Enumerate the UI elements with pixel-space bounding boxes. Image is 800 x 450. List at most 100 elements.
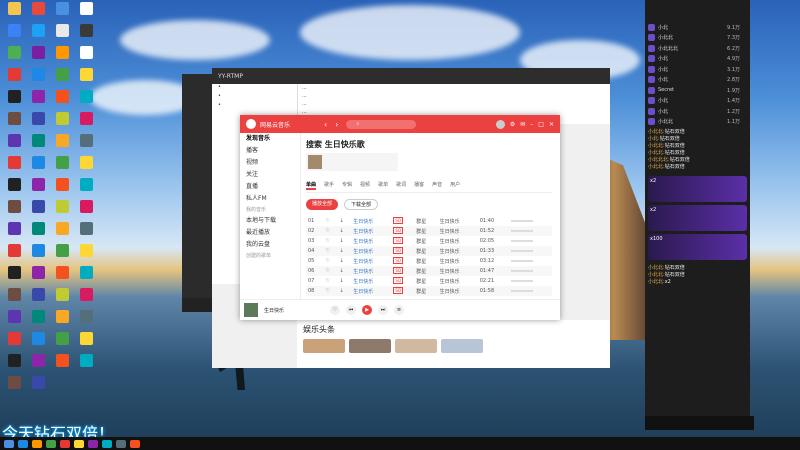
desktop-icon[interactable]: [26, 68, 50, 90]
rank-row[interactable]: 小北 9.1万: [645, 22, 750, 33]
desktop-icon[interactable]: [74, 112, 98, 134]
desktop-icon[interactable]: [26, 46, 50, 68]
song-row[interactable]: 03 ♡ ↓ 生日快乐 SQ 群星 生日快乐 02:05: [306, 236, 552, 246]
close-icon[interactable]: ✕: [549, 121, 554, 128]
taskbar-app-icon[interactable]: [102, 439, 112, 448]
feed-thumb[interactable]: [441, 339, 483, 353]
desktop-icon[interactable]: [26, 288, 50, 310]
tab-artists[interactable]: 歌手: [324, 181, 334, 190]
sidebar-item-local[interactable]: 本地与下载: [240, 215, 300, 227]
live-chat-input[interactable]: [645, 416, 754, 430]
desktop-icon[interactable]: [50, 2, 74, 24]
heart-icon[interactable]: ♡: [323, 286, 338, 296]
song-artist[interactable]: 群星: [414, 256, 437, 266]
chat-user[interactable]: 小北北:: [648, 129, 665, 135]
desktop-icon[interactable]: [74, 156, 98, 178]
heart-icon[interactable]: ♡: [323, 216, 337, 226]
desktop-icon[interactable]: [74, 222, 98, 244]
song-artist[interactable]: 群星: [414, 286, 438, 296]
desktop-icon[interactable]: [26, 332, 50, 354]
artist-card[interactable]: [306, 153, 398, 171]
desktop-icon[interactable]: [74, 244, 98, 266]
desktop-icon[interactable]: [2, 354, 26, 376]
desktop-icon[interactable]: [74, 354, 98, 376]
desktop-icon[interactable]: [2, 134, 26, 156]
song-album[interactable]: 生日快乐: [438, 276, 478, 286]
taskbar-app-icon[interactable]: [74, 439, 84, 448]
desktop-icon[interactable]: [26, 178, 50, 200]
rank-row[interactable]: 小北 1.4万: [645, 96, 750, 107]
tab-songs[interactable]: 单曲: [306, 181, 317, 190]
desktop-icon[interactable]: [26, 310, 50, 332]
forward-arrow-icon[interactable]: ›: [335, 120, 338, 129]
desktop-icon[interactable]: [50, 112, 74, 134]
settings-icon[interactable]: ⚙: [510, 121, 515, 128]
sidebar-item-follow[interactable]: 关注: [240, 169, 300, 181]
song-artist[interactable]: 群星: [414, 246, 438, 256]
tab-albums[interactable]: 专辑: [342, 181, 352, 190]
heart-icon[interactable]: ♡: [323, 236, 337, 246]
desktop-icon[interactable]: [2, 222, 26, 244]
download-icon[interactable]: ↓: [338, 256, 352, 266]
user-avatar[interactable]: [495, 119, 505, 129]
song-row[interactable]: 05 ♡ ↓ 生日快乐 SQ 群星 生日快乐 03:12: [306, 256, 552, 266]
tab-sounds[interactable]: 声音: [432, 181, 442, 190]
desktop-icon[interactable]: [2, 200, 26, 222]
download-icon[interactable]: ↓: [337, 266, 352, 276]
feed-thumb[interactable]: [349, 339, 391, 353]
desktop-icon[interactable]: [74, 310, 98, 332]
desktop-icon[interactable]: [50, 178, 74, 200]
song-album[interactable]: 生日快乐: [437, 226, 478, 236]
sidebar-item-video[interactable]: 视频: [240, 157, 300, 169]
sidebar-item-live[interactable]: 直播: [240, 181, 300, 193]
song-album[interactable]: 生日快乐: [438, 256, 478, 266]
chat-user[interactable]: 小北北:: [648, 164, 665, 170]
desktop-icon[interactable]: [50, 156, 74, 178]
desktop-icon[interactable]: [26, 156, 50, 178]
rank-row[interactable]: 小北北 7.3万: [645, 33, 750, 44]
desktop-icon[interactable]: [50, 354, 74, 376]
song-row[interactable]: 04 ♡ ↓ 生日快乐 SQ 群星 生日快乐 01:33: [306, 246, 552, 256]
taskbar-app-icon[interactable]: [116, 439, 126, 448]
desktop-icon[interactable]: [74, 332, 98, 354]
download-icon[interactable]: ↓: [338, 276, 352, 286]
heart-icon[interactable]: ♡: [323, 246, 338, 256]
download-icon[interactable]: ↓: [337, 246, 352, 256]
desktop-icon[interactable]: [2, 178, 26, 200]
desktop-icon[interactable]: [2, 2, 26, 24]
feed-thumb[interactable]: [303, 339, 345, 353]
desktop-icon[interactable]: [50, 24, 74, 46]
desktop-icon[interactable]: [50, 288, 74, 310]
desktop-icon[interactable]: [74, 68, 98, 90]
desktop-icon[interactable]: [2, 266, 26, 288]
heart-icon[interactable]: ♡: [323, 226, 338, 236]
desktop-icon[interactable]: [50, 68, 74, 90]
sidebar-row[interactable]: •: [212, 93, 297, 102]
music-search-input[interactable]: ⌕: [346, 119, 417, 129]
desktop-icon[interactable]: [26, 244, 50, 266]
desktop-icon[interactable]: [74, 46, 98, 68]
desktop-icon[interactable]: [2, 288, 26, 310]
desktop-icon[interactable]: [2, 332, 26, 354]
desktop-icon[interactable]: [74, 134, 98, 156]
chat-user[interactable]: 小北北北:: [648, 157, 670, 163]
desktop-icon[interactable]: [2, 112, 26, 134]
desktop-icon[interactable]: [50, 266, 74, 288]
prev-icon[interactable]: ⏮: [346, 305, 357, 315]
song-album[interactable]: 生日快乐: [438, 216, 478, 226]
chat-user[interactable]: 小北北:: [648, 265, 665, 271]
desktop-icon[interactable]: [2, 90, 26, 112]
now-playing-cover[interactable]: [244, 303, 258, 317]
desktop-icon[interactable]: [74, 24, 98, 46]
maximize-icon[interactable]: □: [538, 121, 544, 128]
taskbar-app-icon[interactable]: [88, 439, 98, 448]
song-artist[interactable]: 群星: [414, 276, 437, 286]
tab-lyrics[interactable]: 歌词: [396, 181, 406, 190]
taskbar-app-icon[interactable]: [32, 439, 42, 448]
chat-user[interactable]: 小北北:: [648, 143, 665, 149]
tab-videos[interactable]: 视频: [360, 181, 370, 190]
tab-playlists[interactable]: 歌单: [378, 181, 388, 190]
sidebar-item-discover[interactable]: 发现音乐: [240, 133, 300, 145]
song-row[interactable]: 06 ♡ ↓ 生日快乐 SQ 群星 生日快乐 01:47: [306, 266, 552, 276]
sidebar-row[interactable]: •: [212, 102, 297, 111]
